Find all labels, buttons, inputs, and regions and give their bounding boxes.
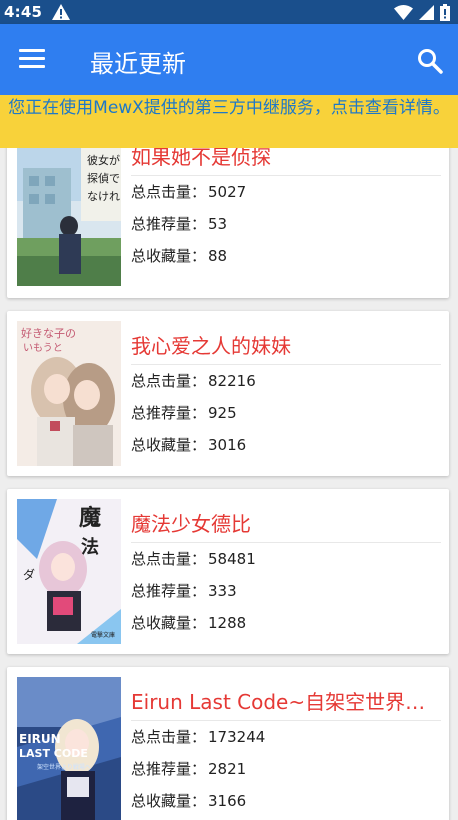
status-time: 4:45: [4, 3, 43, 21]
signal-icon: [419, 4, 434, 20]
favorite-count: 总收藏量： 88: [131, 247, 228, 265]
status-bar: 4:45: [0, 0, 458, 24]
book-title: 魔法少女德比: [131, 509, 441, 543]
menu-icon[interactable]: [19, 49, 45, 69]
book-title: 我心爱之人的妹妹: [131, 331, 441, 365]
favorite-count: 总收藏量： 3016: [131, 436, 247, 454]
page-title: 最近更新: [90, 50, 186, 78]
cover-title-text: 彼女が: [87, 153, 120, 167]
book-card[interactable]: 彼女が 探偵で なけれ 如果她不是侦探 总点击量： 5027 总推荐量： 53 总收…: [7, 148, 449, 298]
svg-text:なけれ: なけれ: [87, 190, 120, 203]
book-card[interactable]: 好きな子の いもうと 我心爱之人的妹妹 总点击量： 82216 总推荐量： 925 …: [7, 311, 449, 476]
click-count: 总点击量： 82216: [131, 372, 256, 390]
recommend-count: 总推荐量： 333: [131, 582, 237, 600]
book-card[interactable]: EIRUN LAST CODE 架空世界より戦場へ Eirun Last Cod…: [7, 667, 449, 820]
recommend-count: 总推荐量： 2821: [131, 760, 247, 778]
favorite-count: 总收藏量： 3166: [131, 792, 247, 810]
battery-icon: [440, 3, 450, 21]
svg-text:LAST CODE: LAST CODE: [19, 747, 88, 760]
book-title: 如果她不是侦探: [131, 148, 441, 176]
svg-text:電撃文庫: 電撃文庫: [91, 631, 115, 639]
cover-title-text: 魔: [79, 505, 101, 531]
click-count: 总点击量： 58481: [131, 550, 256, 568]
cover-title-text: 好きな子の: [21, 326, 76, 340]
recommend-count: 总推荐量： 925: [131, 404, 237, 422]
svg-text:架空世界より戦場へ: 架空世界より戦場へ: [37, 763, 91, 771]
warning-icon: [52, 4, 71, 20]
wifi-icon: [394, 4, 413, 20]
book-cover: 彼女が 探偵で なけれ: [17, 148, 121, 286]
svg-text:法: 法: [81, 536, 99, 558]
book-list[interactable]: 彼女が 探偵で なけれ 如果她不是侦探 总点击量： 5027 总推荐量： 53 总收…: [0, 148, 458, 820]
svg-text:探偵で: 探偵で: [87, 171, 120, 185]
svg-text:いもうと: いもうと: [23, 342, 63, 354]
click-count: 总点击量： 173244: [131, 728, 266, 746]
recommend-count: 总推荐量： 53: [131, 215, 228, 233]
book-card[interactable]: 魔 法 ダ 電撃文庫 魔法少女德比 总点击量： 58481 总推荐量： 333 总收…: [7, 489, 449, 654]
cover-title-text: EIRUN: [19, 732, 61, 746]
click-count: 总点击量： 5027: [131, 183, 247, 201]
banner-text: 您正在使用MewX提供的第三方中继服务，点击查看详情。: [8, 98, 450, 118]
relay-service-banner[interactable]: 您正在使用MewX提供的第三方中继服务，点击查看详情。: [0, 95, 458, 148]
svg-text:ダ: ダ: [23, 567, 35, 582]
app-bar: 最近更新: [0, 24, 458, 95]
book-cover: 魔 法 ダ 電撃文庫: [17, 499, 121, 644]
book-cover: EIRUN LAST CODE 架空世界より戦場へ: [17, 677, 121, 820]
favorite-count: 总收藏量： 1288: [131, 614, 247, 632]
search-icon[interactable]: [417, 48, 443, 74]
book-cover: 好きな子の いもうと: [17, 321, 121, 466]
book-title: Eirun Last Code~自架空世界至…: [131, 687, 441, 721]
